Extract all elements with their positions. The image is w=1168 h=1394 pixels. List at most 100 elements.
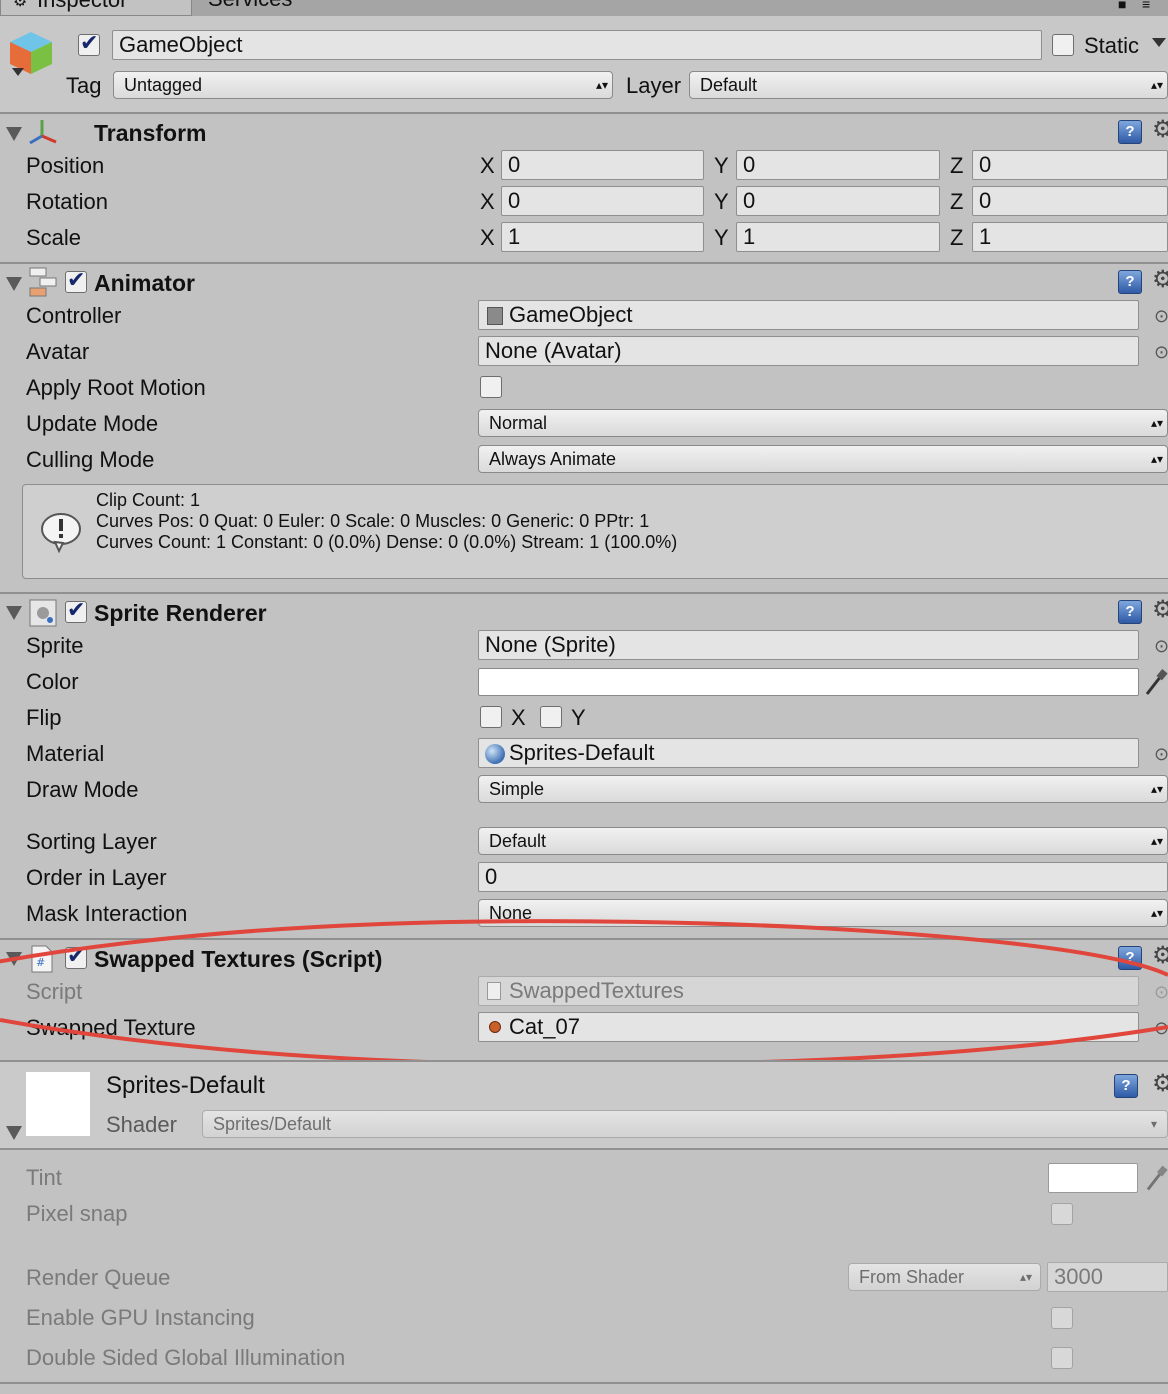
mask-interaction-dropdown[interactable]: None ▴▾ [478, 899, 1168, 927]
scale-x-field[interactable]: 1 [501, 222, 704, 252]
sprite-field[interactable]: None (Sprite) [478, 630, 1139, 660]
scale-y-label[interactable]: Y [714, 224, 729, 252]
sprite-label: Sprite [26, 633, 84, 658]
gameobject-icon-dropdown-arrow[interactable] [12, 68, 24, 76]
rotation-x-label[interactable]: X [480, 188, 495, 216]
position-x-label[interactable]: X [480, 152, 495, 180]
scale-z-label[interactable]: Z [950, 224, 963, 252]
tint-color-swatch[interactable] [1048, 1163, 1138, 1193]
draw-mode-dropdown[interactable]: Simple ▴▾ [478, 775, 1168, 803]
tab-inspector-label: Inspector [37, 0, 128, 13]
static-checkbox[interactable] [1052, 34, 1074, 56]
culling-mode-dropdown[interactable]: Always Animate ▴▾ [478, 445, 1168, 473]
swapped-textures-help-icon[interactable]: ? [1118, 946, 1142, 970]
position-z-label[interactable]: Z [950, 152, 963, 180]
script-file-icon [487, 982, 501, 1000]
order-in-layer-label: Order in Layer [26, 865, 167, 890]
updown-arrow-icon: ▴▾ [1019, 1270, 1032, 1284]
flip-y-label: Y [571, 705, 586, 730]
divider [0, 592, 1168, 594]
swapped-texture-object-picker-icon[interactable]: ⊙ [1154, 1018, 1168, 1038]
eyedropper-icon[interactable] [1145, 668, 1168, 696]
flip-label: Flip [26, 705, 62, 730]
sprite-object-picker-icon[interactable]: ⊙ [1154, 636, 1168, 656]
tag-label: Tag [66, 73, 102, 98]
swapped-texture-field[interactable]: Cat_07 [478, 1012, 1139, 1042]
divider [0, 112, 1168, 114]
sprite-renderer-enabled-checkbox[interactable] [65, 597, 87, 623]
render-queue-value-field[interactable]: 3000 [1047, 1262, 1168, 1292]
animator-help-icon[interactable]: ? [1118, 270, 1142, 294]
position-y-label[interactable]: Y [714, 152, 729, 180]
shader-dropdown[interactable]: Sprites/Default ▾ [202, 1110, 1168, 1138]
material-preview-thumbnail [26, 1072, 90, 1136]
lock-icon[interactable]: ■ [1118, 0, 1126, 12]
gpu-instancing-checkbox[interactable] [1051, 1307, 1073, 1329]
render-queue-mode-value: From Shader [859, 1267, 965, 1287]
tab-inspector[interactable]: ⚙ Inspector [0, 0, 192, 16]
sprite-renderer-fold-arrow[interactable] [6, 606, 22, 620]
flip-y-checkbox[interactable] [540, 706, 562, 728]
transform-help-icon[interactable]: ? [1118, 120, 1142, 144]
controller-label: Controller [26, 303, 122, 328]
swapped-texture-value: Cat_07 [509, 1014, 580, 1039]
tag-dropdown[interactable]: Untagged ▴▾ [113, 71, 613, 99]
transform-gear-icon[interactable]: ⚙ [1152, 118, 1168, 142]
transform-axes-icon [29, 120, 57, 145]
scale-x-label[interactable]: X [480, 224, 495, 252]
sprite-renderer-gear-icon[interactable]: ⚙ [1152, 598, 1168, 622]
sorting-layer-dropdown[interactable]: Default ▴▾ [478, 827, 1168, 855]
material-field[interactable]: Sprites-Default [478, 738, 1139, 768]
rotation-y-label[interactable]: Y [714, 188, 729, 216]
material-help-icon[interactable]: ? [1114, 1074, 1138, 1098]
gameobject-name-field[interactable]: GameObject [112, 30, 1042, 60]
animator-fold-arrow[interactable] [6, 277, 22, 291]
position-y-field[interactable]: 0 [736, 150, 940, 180]
position-z-field[interactable]: 0 [972, 150, 1168, 180]
render-queue-mode-dropdown[interactable]: From Shader ▴▾ [848, 1263, 1041, 1291]
material-gear-icon[interactable]: ⚙ [1152, 1072, 1168, 1096]
transform-fold-arrow[interactable] [6, 127, 22, 141]
gpu-instancing-label: Enable GPU Instancing [26, 1305, 255, 1330]
apply-root-motion-checkbox[interactable] [480, 376, 502, 398]
order-in-layer-field[interactable]: 0 [478, 862, 1168, 892]
layer-dropdown[interactable]: Default ▴▾ [689, 71, 1168, 99]
sprite-renderer-help-icon[interactable]: ? [1118, 600, 1142, 624]
animator-gear-icon[interactable]: ⚙ [1152, 268, 1168, 292]
material-object-picker-icon[interactable]: ⊙ [1154, 744, 1168, 764]
swapped-textures-fold-arrow[interactable] [6, 952, 22, 966]
update-mode-value: Normal [489, 413, 548, 433]
scale-y-field[interactable]: 1 [736, 222, 940, 252]
animator-icon [29, 267, 57, 297]
color-swatch[interactable] [478, 668, 1139, 696]
rotation-y-field[interactable]: 0 [736, 186, 940, 216]
avatar-field[interactable]: None (Avatar) [478, 336, 1139, 366]
controller-field[interactable]: GameObject [478, 300, 1139, 330]
avatar-object-picker-icon[interactable]: ⊙ [1154, 342, 1168, 362]
pixel-snap-checkbox[interactable] [1051, 1203, 1073, 1225]
panel-menu-icon[interactable]: ≡ [1142, 0, 1150, 12]
rotation-z-field[interactable]: 0 [972, 186, 1168, 216]
swapped-textures-gear-icon[interactable]: ⚙ [1152, 944, 1168, 968]
tab-services[interactable]: Services [194, 0, 344, 16]
update-mode-dropdown[interactable]: Normal ▴▾ [478, 409, 1168, 437]
static-dropdown-arrow[interactable] [1152, 38, 1166, 47]
gameobject-active-checkbox[interactable] [78, 30, 100, 56]
static-label: Static [1084, 33, 1140, 58]
animator-enabled-checkbox[interactable] [65, 267, 87, 293]
rotation-x-field[interactable]: 0 [501, 186, 704, 216]
render-queue-label: Render Queue [26, 1265, 171, 1290]
swapped-textures-enabled-checkbox[interactable] [65, 943, 87, 969]
chevron-down-icon: ▾ [1150, 1117, 1157, 1131]
info-line-2: Curves Pos: 0 Quat: 0 Euler: 0 Scale: 0 … [96, 511, 650, 531]
tab-strip: ⚙ Inspector Services ■ ≡ [0, 0, 1168, 16]
position-x-field[interactable]: 0 [501, 150, 704, 180]
rotation-z-label[interactable]: Z [950, 188, 963, 216]
material-fold-arrow[interactable] [6, 1126, 22, 1140]
controller-object-picker-icon[interactable]: ⊙ [1154, 306, 1168, 326]
scale-z-field[interactable]: 1 [972, 222, 1168, 252]
double-sided-gi-checkbox[interactable] [1051, 1347, 1073, 1369]
flip-x-checkbox[interactable] [480, 706, 502, 728]
tint-eyedropper-icon[interactable] [1146, 1164, 1168, 1192]
updown-arrow-icon: ▴▾ [1150, 782, 1163, 796]
